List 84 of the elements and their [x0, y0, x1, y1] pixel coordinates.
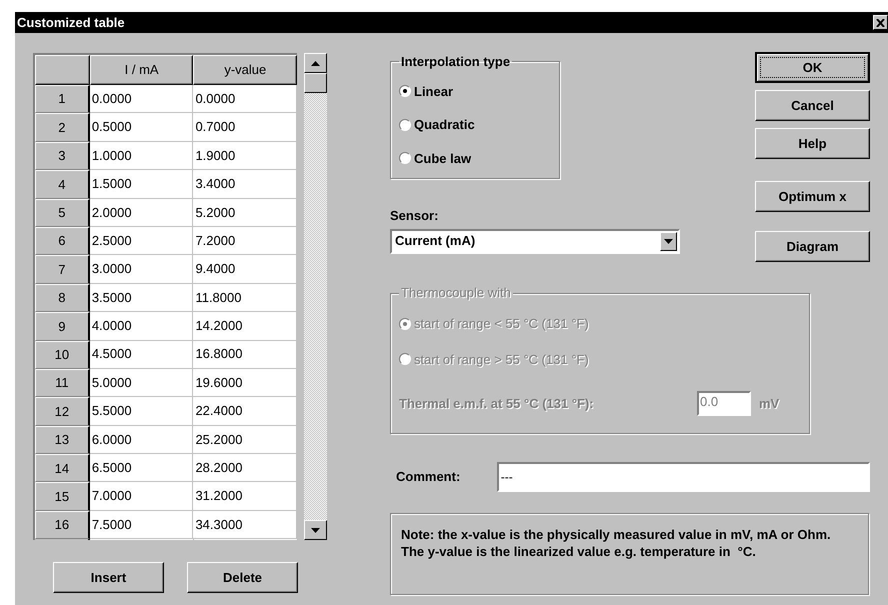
row-header[interactable]: 5 [35, 198, 90, 227]
row-header[interactable]: 1 [35, 85, 90, 114]
row-header[interactable]: 14 [35, 454, 90, 482]
table-cell: 0.0000 [193, 85, 298, 114]
row-header[interactable]: 4 [35, 170, 90, 199]
row-header[interactable]: 7 [35, 255, 90, 284]
up-arrow-icon [311, 60, 320, 66]
sensor-dropdown[interactable]: Current (mA) [390, 228, 680, 254]
table-cell: 22.4000 [193, 397, 298, 426]
table-cell: 19.6000 [193, 368, 298, 398]
row-header[interactable]: 9 [35, 312, 90, 341]
down-arrow-icon [664, 238, 673, 244]
table-cell: 9.4000 [193, 255, 298, 284]
comment-label: Comment: [396, 468, 462, 486]
row-header[interactable]: 6 [35, 226, 90, 256]
table-cell: 14.2000 [193, 312, 298, 341]
row-header[interactable]: 8 [35, 284, 90, 312]
unit-label: mV [759, 394, 780, 413]
scroll-up-button[interactable] [304, 53, 327, 73]
scrollbar-thumb[interactable] [304, 73, 327, 93]
close-icon [876, 18, 885, 26]
table-cell: 3.0000 [90, 255, 194, 284]
column-header[interactable]: y-value [193, 55, 298, 85]
table-button[interactable]: Delete [187, 562, 298, 593]
table-cell: 5.5000 [90, 397, 194, 426]
table-cell: 5.0000 [90, 368, 194, 398]
table-cell: 0.0000 [90, 85, 194, 114]
dialog-button[interactable]: Optimum x [755, 181, 870, 212]
table-cell: 7.2000 [193, 226, 298, 256]
radio-button[interactable] [399, 118, 411, 131]
radio-label: start of range > 55 °C (131 °F) [414, 350, 589, 369]
table-cell: 1.5000 [90, 170, 194, 199]
table-cell: 6.0000 [90, 426, 194, 454]
table-cell: 25.2000 [193, 426, 298, 454]
table-cell: 16.8000 [193, 340, 298, 369]
table-cell: 5.2000 [193, 198, 298, 227]
row-header[interactable]: 16 [35, 510, 90, 540]
radio-label: Linear [414, 82, 454, 100]
table-cell: 0.5000 [90, 113, 194, 142]
table-cell: 2.0000 [90, 198, 194, 227]
table-cell: 34.3000 [193, 510, 298, 540]
dialog-button[interactable]: Help [755, 128, 870, 159]
table-cell: 1.9000 [193, 142, 298, 170]
note-text: Note: the x-value is the physically measured value in mV, mA or Ohm. The y-value is the linearized value e.g. temperature in °C. [401, 526, 832, 560]
radio-button[interactable] [399, 85, 411, 98]
table-cell: 4.5000 [90, 340, 194, 369]
table-cell: 0.7000 [193, 113, 298, 142]
emf-label: Thermal e.m.f. at 55 °C (131 °F): [399, 394, 595, 413]
row-header[interactable]: 10 [35, 340, 90, 369]
row-header[interactable]: 2 [35, 113, 90, 142]
radio-label: start of range < 55 °C (131 °F) [414, 315, 589, 333]
window-title: Customized table [17, 14, 125, 32]
column-header[interactable]: I / mA [90, 55, 194, 85]
dialog-button[interactable]: Diagram [755, 231, 870, 262]
row-header[interactable]: 11 [35, 368, 90, 398]
table-cell: 3.5000 [90, 284, 194, 312]
radio-label: Cube law [414, 150, 472, 168]
row-header[interactable]: 13 [35, 426, 90, 454]
scroll-down-button[interactable] [304, 520, 327, 540]
dialog-button[interactable]: Cancel [755, 90, 870, 121]
comment-field[interactable]: --- [496, 462, 870, 492]
table-cell: 31.2000 [193, 482, 298, 511]
dialog-button[interactable]: OK [755, 52, 870, 83]
table-cell: 6.5000 [90, 454, 194, 482]
down-arrow-icon [311, 528, 320, 532]
table-cell: 11.8000 [193, 284, 298, 312]
row-header[interactable]: 12 [35, 397, 90, 426]
table-cell: 4.0000 [90, 312, 194, 341]
radio-label: Quadratic [414, 116, 475, 134]
group-title: Interpolation type [400, 53, 512, 71]
table-button[interactable]: Insert [53, 562, 164, 593]
dropdown-value: Current (mA) [394, 232, 476, 250]
table-cell: 3.4000 [193, 170, 298, 199]
close-button[interactable] [873, 15, 888, 30]
row-header[interactable]: 15 [35, 482, 90, 511]
row-header[interactable]: 3 [35, 142, 90, 170]
table-cell: 7.0000 [90, 482, 194, 511]
table-cell: 28.2000 [193, 454, 298, 482]
table-cell: 7.5000 [90, 510, 194, 540]
radio-button[interactable] [399, 152, 411, 164]
table-cell: 1.0000 [90, 142, 194, 170]
dropdown-button[interactable] [660, 232, 677, 250]
table-cell: 2.5000 [90, 226, 194, 256]
sensor-label: Sensor: [390, 207, 440, 225]
